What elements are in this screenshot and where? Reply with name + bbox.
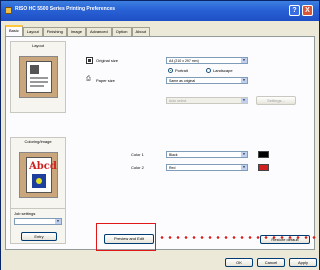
layout-group: Layout: [10, 41, 66, 113]
tab-option[interactable]: Option: [111, 27, 132, 36]
original-size-label: Original size: [96, 58, 119, 63]
color2-select[interactable]: Red ▼: [166, 164, 248, 171]
settings-button: Settings...: [256, 96, 296, 105]
color2-swatch: [258, 164, 269, 171]
paper-size-value: Same as original: [169, 79, 196, 83]
color-sample-graphic-icon: [32, 174, 46, 188]
apply-button[interactable]: Apply: [289, 258, 317, 267]
disabled-select-value: Auto select: [169, 99, 187, 103]
portrait-label: Portrait: [175, 68, 188, 73]
color1-label: Color 1: [131, 152, 144, 157]
window-title: RISO HC 5500 Series Printing Preferences: [15, 6, 116, 12]
dialog-footer: OK Cancel Apply: [1, 253, 319, 270]
color1-select[interactable]: Black ▼: [166, 151, 248, 158]
cancel-button[interactable]: Cancel: [257, 258, 285, 267]
tab-layout[interactable]: Layout: [22, 27, 43, 36]
color-preview: Abcd: [19, 152, 58, 198]
tab-basic[interactable]: Basic: [5, 25, 23, 36]
layout-group-title: Layout: [31, 43, 44, 48]
paper-preview-page: [26, 61, 52, 93]
color-sample-text-icon: Abcd: [29, 161, 57, 172]
ok-button[interactable]: OK: [225, 258, 253, 267]
tab-finishing[interactable]: Finishing: [42, 27, 67, 36]
job-settings-select[interactable]: ▼: [14, 218, 62, 225]
landscape-label: Landscape: [213, 68, 233, 73]
disabled-select: Auto select ▼: [166, 97, 248, 104]
title-bar[interactable]: RISO HC 5500 Series Printing Preferences…: [1, 1, 319, 21]
original-size-icon: [86, 57, 93, 64]
printing-preferences-window: RISO HC 5500 Series Printing Preferences…: [0, 0, 320, 270]
dotted-callout-line: [158, 236, 320, 239]
tab-strip: Basic Layout Finishing Image Advanced Op…: [5, 25, 150, 36]
paper-size-label: Paper size: [96, 78, 115, 83]
paper-preview-line: [30, 85, 44, 87]
paper-preview-line: [30, 77, 48, 79]
color-group: Coloring/Image Abcd: [10, 137, 66, 209]
close-button[interactable]: X: [302, 5, 313, 16]
job-settings-group: Job settings ▼ Entry: [10, 208, 66, 244]
chevron-down-icon: ▼: [55, 219, 61, 224]
original-size-select[interactable]: A4 (210 x 297 mm) ▼: [166, 57, 248, 64]
paper-size-select[interactable]: Same as original ▼: [166, 77, 248, 84]
color1-value: Black: [169, 153, 178, 157]
color-group-title: Coloring/Image: [24, 139, 52, 144]
paper-preview-line: [30, 81, 48, 83]
chevron-down-icon: ▼: [241, 98, 247, 103]
landscape-radio[interactable]: [206, 68, 211, 73]
tab-about[interactable]: About: [131, 27, 150, 36]
chevron-down-icon: ▼: [241, 152, 247, 157]
paper-preview-image: [30, 65, 39, 74]
job-settings-title: Job settings: [14, 211, 36, 216]
basic-tab-page: Layout Coloring/Image Abcd Job settings …: [5, 36, 315, 250]
printer-icon: [5, 7, 12, 14]
color-preview-page: Abcd: [26, 157, 57, 193]
chevron-down-icon: ▼: [241, 78, 247, 83]
tab-advanced[interactable]: Advanced: [85, 27, 112, 36]
help-button[interactable]: ?: [289, 5, 300, 16]
chevron-down-icon: ▼: [241, 165, 247, 170]
layout-preview: [19, 56, 58, 98]
color2-label: Color 2: [131, 165, 144, 170]
original-size-value: A4 (210 x 297 mm): [169, 59, 199, 63]
color-sample-dot: [36, 178, 42, 184]
tab-image[interactable]: Image: [66, 27, 86, 36]
color1-swatch: [258, 151, 269, 158]
paper-size-icon: ⎙: [86, 76, 91, 82]
entry-button[interactable]: Entry: [21, 232, 57, 241]
color2-value: Red: [169, 166, 176, 170]
chevron-down-icon: ▼: [241, 58, 247, 63]
portrait-radio[interactable]: [168, 68, 173, 73]
highlight-annotation: [96, 223, 156, 251]
